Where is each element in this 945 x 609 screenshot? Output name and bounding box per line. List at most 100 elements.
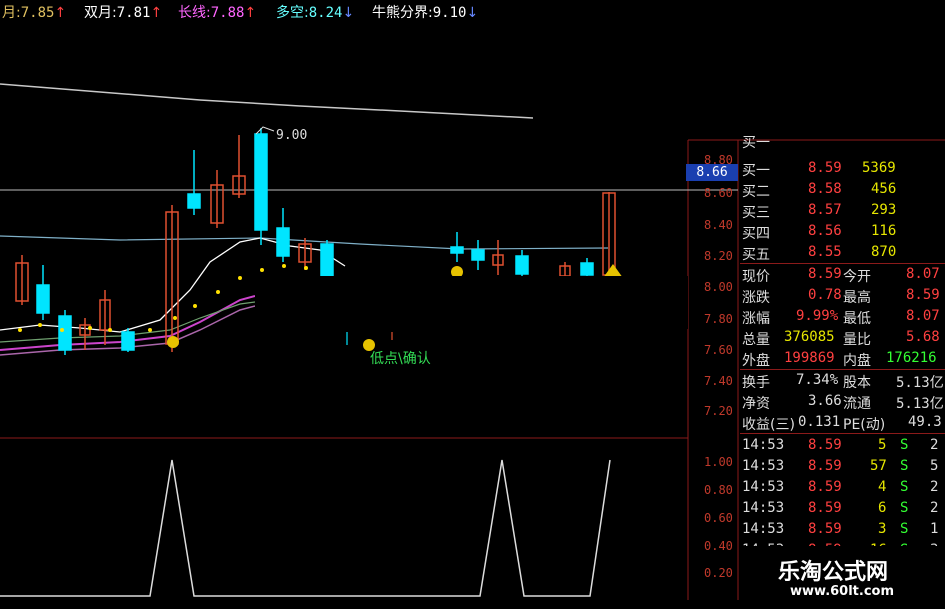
stat-value: 5.68: [906, 329, 940, 345]
tick-price: 8.59: [808, 521, 842, 537]
indicator-value: 7.81: [116, 5, 151, 21]
order-price: 8.57: [808, 202, 842, 218]
indicator-double-month: 双月:7.81↑: [84, 2, 162, 22]
order-volume: 870: [871, 244, 897, 260]
stat-label: 最高: [843, 290, 871, 306]
fundamental-row: 收益(三) 0.131 PE(动) 49.3: [740, 412, 945, 433]
order-row[interactable]: 买二 8.58 456: [740, 179, 945, 200]
fund-value: 0.131: [798, 414, 841, 430]
order-label: 买一: [742, 163, 770, 179]
stat-value: 9.99%: [796, 308, 839, 324]
divider: [740, 433, 945, 434]
tick-row[interactable]: 14:53 8.59 4 S 2: [740, 477, 945, 498]
tick-count: 2: [930, 500, 939, 516]
fund-label: 股本: [843, 375, 871, 391]
order-volume: 5369: [862, 160, 896, 176]
tick-volume: 4: [878, 479, 887, 495]
indicator-value: 7.85: [20, 5, 55, 21]
tick-time: 14:53: [742, 458, 785, 474]
top-right-mask: [533, 0, 945, 138]
stat-row: 总量 376085 量比 5.68: [740, 327, 945, 348]
order-row[interactable]: 买一 8.59 5369: [740, 158, 945, 179]
y-tick: 0.80: [704, 483, 733, 497]
tick-side: S: [900, 437, 909, 453]
order-price: 8.55: [808, 244, 842, 260]
stat-label: 涨幅: [742, 311, 770, 327]
tick-side: S: [900, 479, 909, 495]
up-arrow-icon: ↑: [244, 5, 257, 21]
indicator-value: 8.24: [308, 5, 343, 21]
indicator-divide: 牛熊分界:9.10↓: [372, 2, 478, 22]
long-ma-line: [0, 83, 534, 119]
order-row[interactable]: 买三 8.57 293: [740, 200, 945, 221]
order-row[interactable]: 买四 8.56 116: [740, 221, 945, 242]
stat-row: 涨跌 0.78 最高 8.59: [740, 285, 945, 306]
tick-time: 14:53: [742, 479, 785, 495]
order-label: 买五: [742, 247, 770, 263]
y-tick: 7.80: [704, 312, 733, 326]
y-tick: 7.20: [704, 404, 733, 418]
indicator-label: 长线:: [178, 5, 211, 21]
watermark-title: 乐淘公式网: [778, 560, 889, 585]
tick-time: 14:53: [742, 521, 785, 537]
tick-time: 14:53: [742, 500, 785, 516]
tick-side: S: [900, 500, 909, 516]
stat-value: 8.07: [906, 266, 940, 282]
y-tick: 7.60: [704, 343, 733, 357]
quote-panel: 买一 买一 8.59 5369 买二 8.58 456 买三 8.57 293 …: [740, 135, 945, 609]
tick-price: 8.59: [808, 479, 842, 495]
y-tick: 8.60: [704, 186, 733, 200]
order-row[interactable]: 买五 8.55 870: [740, 242, 945, 263]
y-tick: 7.40: [704, 374, 733, 388]
order-price: 8.58: [808, 181, 842, 197]
y-tick: 8.00: [704, 280, 733, 294]
tick-volume: 5: [878, 437, 887, 453]
high-price-label: 9.00: [276, 128, 308, 143]
order-price: 8.59: [808, 160, 842, 176]
tick-volume: 3: [878, 521, 887, 537]
order-row-cut: 买一: [742, 135, 770, 151]
indicator-label: 月:: [2, 5, 21, 21]
indicator-value: 7.88: [210, 5, 245, 21]
tick-row[interactable]: 14:53 8.59 5 S 2: [740, 435, 945, 456]
stat-label: 今开: [843, 269, 871, 285]
tick-count: 5: [930, 458, 939, 474]
stat-label: 现价: [742, 269, 770, 285]
tick-row[interactable]: 14:53 8.59 6 S 2: [740, 498, 945, 519]
fund-value: 49.3: [908, 414, 942, 430]
stat-label: 外盘: [742, 353, 770, 369]
low-point-annotation: 低点\确认: [370, 351, 431, 367]
occlusion-block: [255, 276, 688, 329]
site-watermark: 乐淘公式网 www.60lt.com: [740, 546, 945, 609]
tick-side: S: [900, 458, 909, 474]
indicator-bull-bear: 多空:8.24↓: [276, 2, 354, 22]
fund-label: PE(动): [843, 417, 886, 433]
stat-label: 量比: [843, 332, 871, 348]
tick-row[interactable]: 14:53 8.59 57 S 5: [740, 456, 945, 477]
sub-indicator-line: [0, 459, 611, 597]
y-tick: 8.40: [704, 218, 733, 232]
stat-label: 总量: [742, 332, 770, 348]
indicator-value: 9.10: [432, 5, 467, 21]
up-arrow-icon: ↑: [150, 5, 163, 21]
stat-row: 涨幅 9.99% 最低 8.07: [740, 306, 945, 327]
stat-value: 199869: [784, 350, 835, 366]
stat-row: 现价 8.59 今开 8.07: [740, 264, 945, 285]
stat-value: 0.78: [808, 287, 842, 303]
tick-count: 2: [930, 479, 939, 495]
indicator-month: 月:7.85↑: [2, 2, 66, 22]
down-arrow-icon: ↓: [466, 5, 479, 21]
tick-row[interactable]: 14:53 8.59 3 S 1: [740, 519, 945, 540]
tick-count: 1: [930, 521, 939, 537]
bull-bear-line: [0, 235, 609, 250]
fund-label: 换手: [742, 375, 770, 391]
tick-time: 14:53: [742, 437, 785, 453]
order-volume: 456: [871, 181, 897, 197]
indicator-label: 多空:: [276, 5, 309, 21]
fundamental-row: 净资 3.66 流通 5.13亿: [740, 391, 945, 412]
fund-label: 净资: [742, 396, 770, 412]
y-tick: 0.20: [704, 566, 733, 580]
y-tick: 8.20: [704, 249, 733, 263]
tick-count: 2: [930, 437, 939, 453]
fundamental-row: 换手 7.34% 股本 5.13亿: [740, 370, 945, 391]
